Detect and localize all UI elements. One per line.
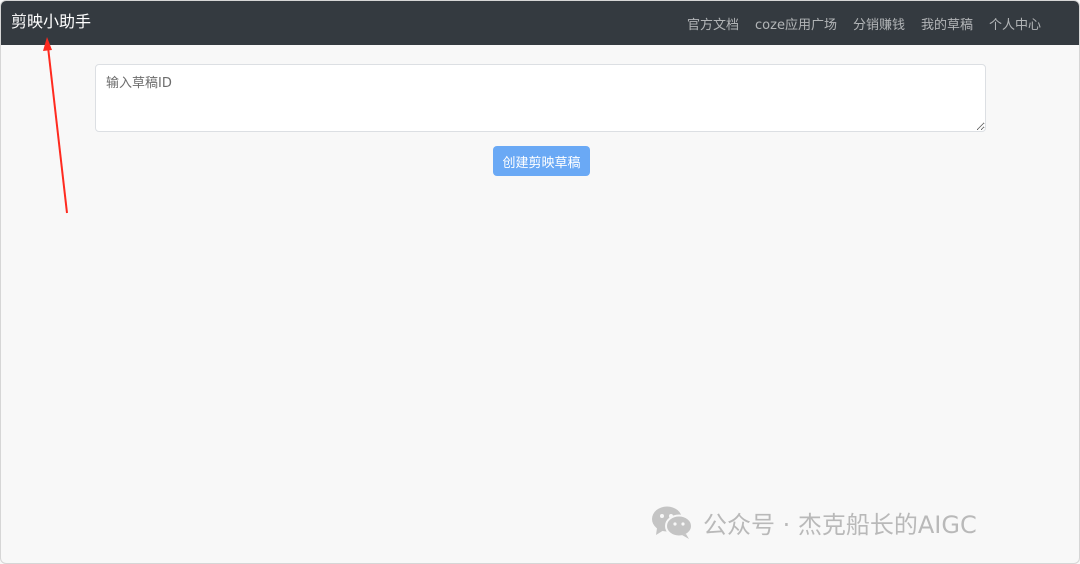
watermark: 公众号 · 杰克船长的AIGC	[651, 504, 977, 540]
nav-link-my-drafts[interactable]: 我的草稿	[921, 14, 973, 33]
top-navbar: 剪映小助手 官方文档 coze应用广场 分销赚钱 我的草稿 个人中心	[1, 1, 1079, 45]
nav-link-distribution[interactable]: 分销赚钱	[853, 14, 905, 33]
watermark-text: 公众号 · 杰克船长的AIGC	[703, 510, 977, 539]
draft-id-input[interactable]	[95, 64, 986, 132]
nav-links: 官方文档 coze应用广场 分销赚钱 我的草稿 个人中心	[687, 1, 1041, 45]
browser-frame: 剪映小助手 官方文档 coze应用广场 分销赚钱 我的草稿 个人中心 创建剪映草…	[0, 0, 1080, 564]
nav-link-coze-plaza[interactable]: coze应用广场	[755, 14, 837, 33]
wechat-icon	[652, 506, 693, 539]
nav-link-official-docs[interactable]: 官方文档	[687, 14, 739, 33]
nav-link-personal-center[interactable]: 个人中心	[989, 14, 1041, 33]
arrow-shaft	[47, 46, 68, 214]
brand-link[interactable]: 剪映小助手	[11, 11, 91, 33]
create-draft-button[interactable]: 创建剪映草稿	[493, 146, 590, 176]
